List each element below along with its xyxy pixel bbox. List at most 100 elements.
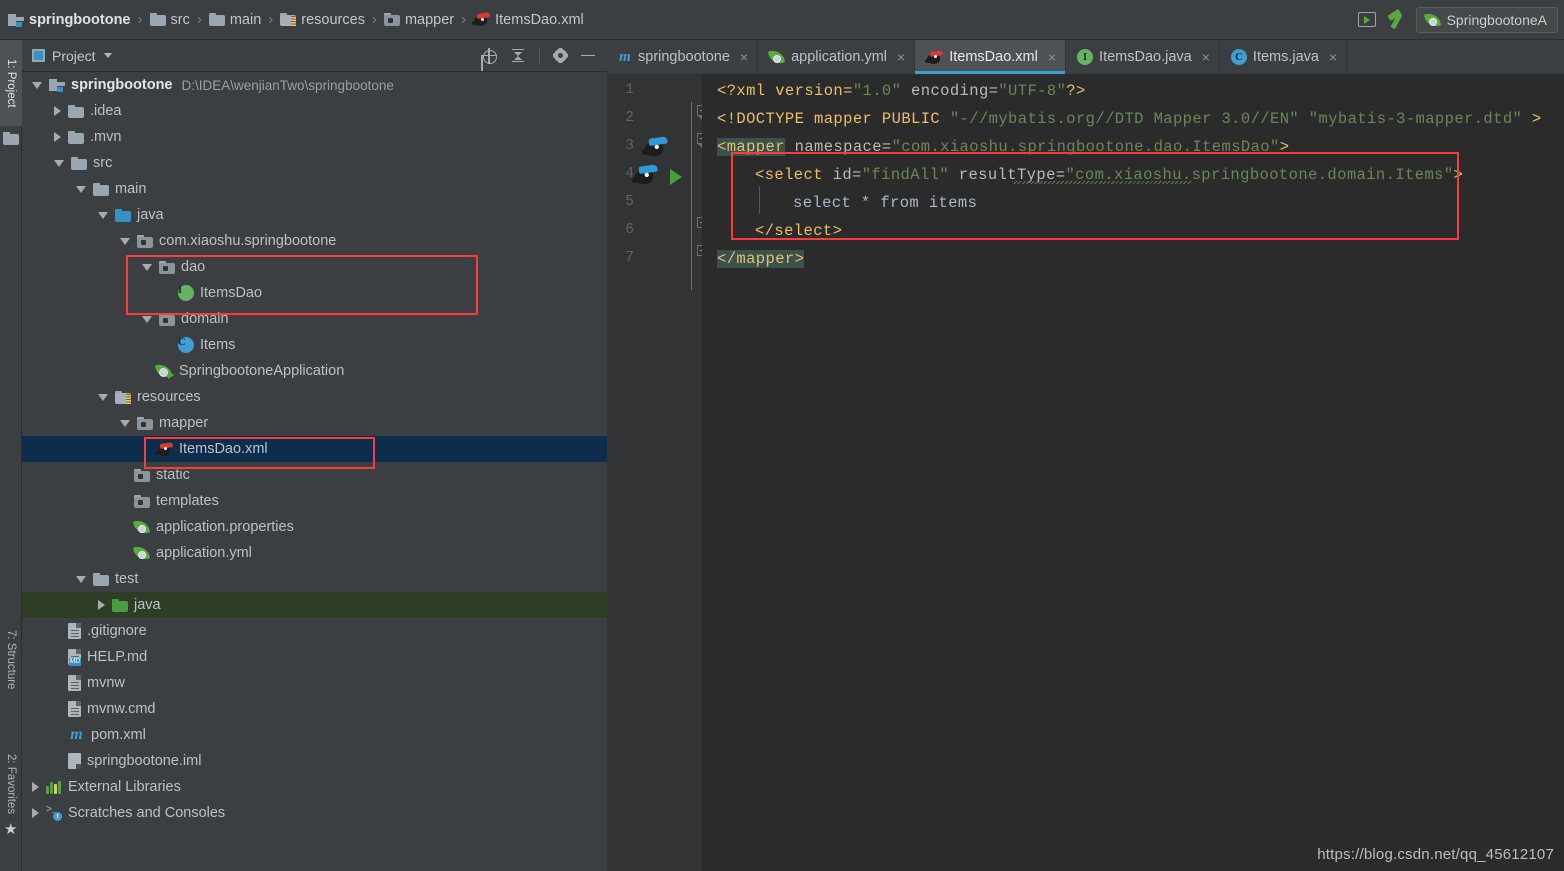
chevron-down-icon[interactable]: [142, 315, 152, 323]
chevron-down-icon[interactable]: [98, 211, 108, 219]
tree-row-resources[interactable]: resources: [22, 384, 607, 410]
tree-row-dao[interactable]: dao: [22, 254, 607, 280]
breadcrumb-item-src[interactable]: src: [149, 0, 190, 39]
collapse-all-icon[interactable]: [510, 48, 526, 64]
tree-row-static[interactable]: static: [22, 462, 607, 488]
tree-row-items[interactable]: C Items: [22, 332, 607, 358]
tree-row-test[interactable]: test: [22, 566, 607, 592]
tree-row-label: test: [115, 571, 139, 587]
tree-row-pom-xml[interactable]: m pom.xml: [22, 722, 607, 748]
hide-icon[interactable]: [581, 54, 595, 57]
tree-row-label: application.properties: [156, 519, 294, 535]
project-tree[interactable]: springbootone D:\IDEA\wenjianTwo\springbo…: [22, 72, 607, 871]
tree-row-templates[interactable]: templates: [22, 488, 607, 514]
code-line-7: </mapper>: [717, 250, 805, 268]
chevron-down-icon[interactable]: [142, 263, 152, 271]
run-console-icon[interactable]: [1357, 12, 1376, 27]
class-icon: C: [178, 337, 194, 353]
chevron-right-icon[interactable]: [32, 808, 39, 818]
run-statement-gutter-icon[interactable]: [670, 169, 682, 185]
editor-gutter[interactable]: 1 2 3 4 5 6 7: [607, 74, 702, 871]
build-hammer-icon[interactable]: [1386, 8, 1406, 30]
test-source-folder-icon: [112, 598, 128, 612]
tree-row-src[interactable]: src: [22, 150, 607, 176]
close-icon[interactable]: ×: [1329, 49, 1337, 65]
close-icon[interactable]: ×: [897, 49, 905, 65]
watermark-url: https://blog.csdn.net/qq_45612107: [1317, 846, 1554, 863]
chevron-down-icon[interactable]: [103, 53, 112, 58]
tree-row-com-xiaoshu-springbootone[interactable]: com.xiaoshu.springbootone: [22, 228, 607, 254]
tree-row-main[interactable]: main: [22, 176, 607, 202]
tree-row-label: pom.xml: [91, 727, 146, 743]
tab-springbootone[interactable]: m springbootone ×: [607, 40, 759, 74]
breadcrumb-item-main[interactable]: main: [208, 0, 261, 39]
tree-row-label: java: [137, 207, 164, 223]
chevron-down-icon[interactable]: [120, 237, 130, 245]
tree-row--gitignore[interactable]: .gitignore: [22, 618, 607, 644]
close-icon[interactable]: ×: [1048, 49, 1056, 65]
tree-row-help-md[interactable]: MD HELP.md: [22, 644, 607, 670]
editor-vertical-scrollbar[interactable]: [1555, 74, 1564, 871]
code-line-2: <!DOCTYPE mapper PUBLIC "-//mybatis.org/…: [717, 110, 1542, 128]
breadcrumb-item-itemsdao-xml[interactable]: ItemsDao.xml: [472, 0, 584, 39]
close-icon[interactable]: ×: [1202, 49, 1210, 65]
tree-row--mvn[interactable]: .mvn: [22, 124, 607, 150]
chevron-down-icon[interactable]: [76, 185, 86, 193]
project-panel-header: Project: [22, 40, 607, 72]
tool-window-tab-structure[interactable]: 7: Structure: [0, 610, 22, 710]
chevron-down-icon[interactable]: [98, 393, 108, 401]
tree-row-application-yml[interactable]: application.yml: [22, 540, 607, 566]
locate-icon[interactable]: [481, 47, 497, 64]
tree-row-label: dao: [181, 259, 206, 275]
tree-row-application-properties[interactable]: application.properties: [22, 514, 607, 540]
tree-row-label: mvnw.cmd: [87, 701, 156, 717]
tree-row-mvnw-cmd[interactable]: mvnw.cmd: [22, 696, 607, 722]
gear-icon[interactable]: [553, 48, 568, 63]
breadcrumb-label: mapper: [404, 11, 455, 28]
tree-row-springbootone[interactable]: springbootone D:\IDEA\wenjianTwo\springbo…: [22, 72, 607, 98]
tab-items-java[interactable]: C Items.java ×: [1220, 40, 1348, 74]
chevron-down-icon[interactable]: [76, 575, 86, 583]
run-configuration-selector[interactable]: SpringbootoneA: [1415, 6, 1558, 33]
chevron-right-icon[interactable]: [98, 600, 105, 610]
close-icon[interactable]: ×: [740, 49, 748, 65]
tab-application-yml[interactable]: application.yml ×: [758, 40, 916, 74]
tree-row-external-libraries[interactable]: External Libraries: [22, 774, 607, 800]
package-folder-icon: [137, 416, 153, 430]
tool-window-tab-project[interactable]: 1: Project: [0, 40, 22, 126]
tree-row-java[interactable]: java: [22, 592, 607, 618]
tree-row-scratches-and-consoles[interactable]: >_ Scratches and Consoles: [22, 800, 607, 826]
tree-row-label: .mvn: [90, 129, 122, 145]
tree-row--idea[interactable]: .idea: [22, 98, 607, 124]
breadcrumb-item-mapper[interactable]: mapper: [383, 0, 455, 39]
tree-row-springbootoneapplication[interactable]: SpringbootoneApplication: [22, 358, 607, 384]
tree-row-itemsdao[interactable]: I ItemsDao: [22, 280, 607, 306]
code-editor[interactable]: <?xml version="1.0" encoding="UTF-8"?> <…: [702, 74, 1564, 871]
package-folder-icon: [383, 13, 400, 26]
tree-row-java[interactable]: java: [22, 202, 607, 228]
tree-row-mvnw[interactable]: mvnw: [22, 670, 607, 696]
breadcrumb-item-springbootone[interactable]: springbootone: [8, 0, 131, 39]
tree-row-domain[interactable]: domain: [22, 306, 607, 332]
chevron-right-icon[interactable]: [54, 132, 61, 142]
tree-row-itemsdao-xml[interactable]: ItemsDao.xml: [22, 436, 607, 462]
tab-itemsdao-java[interactable]: I ItemsDao.java ×: [1066, 40, 1220, 74]
chevron-down-icon[interactable]: [32, 81, 42, 89]
iml-file-icon: [68, 753, 81, 769]
maven-file-icon: m: [619, 48, 631, 65]
code-token: <?xml version=: [717, 82, 853, 100]
chevron-down-icon[interactable]: [120, 419, 130, 427]
tree-row-label: static: [156, 467, 190, 483]
mybatis-file-icon: [155, 441, 174, 457]
chevron-right-icon[interactable]: [54, 106, 61, 116]
top-bar-actions: SpringbootoneA: [1357, 6, 1564, 33]
tree-row-springbootone-iml[interactable]: springbootone.iml: [22, 748, 607, 774]
tab-itemsdao-xml[interactable]: ItemsDao.xml ×: [915, 40, 1067, 74]
tree-row-mapper[interactable]: mapper: [22, 410, 607, 436]
mybatis-statement-gutter-icon[interactable]: [631, 164, 671, 196]
breadcrumb-item-resources[interactable]: resources: [280, 0, 365, 39]
chevron-right-icon[interactable]: [32, 782, 39, 792]
chevron-down-icon[interactable]: [54, 159, 64, 167]
